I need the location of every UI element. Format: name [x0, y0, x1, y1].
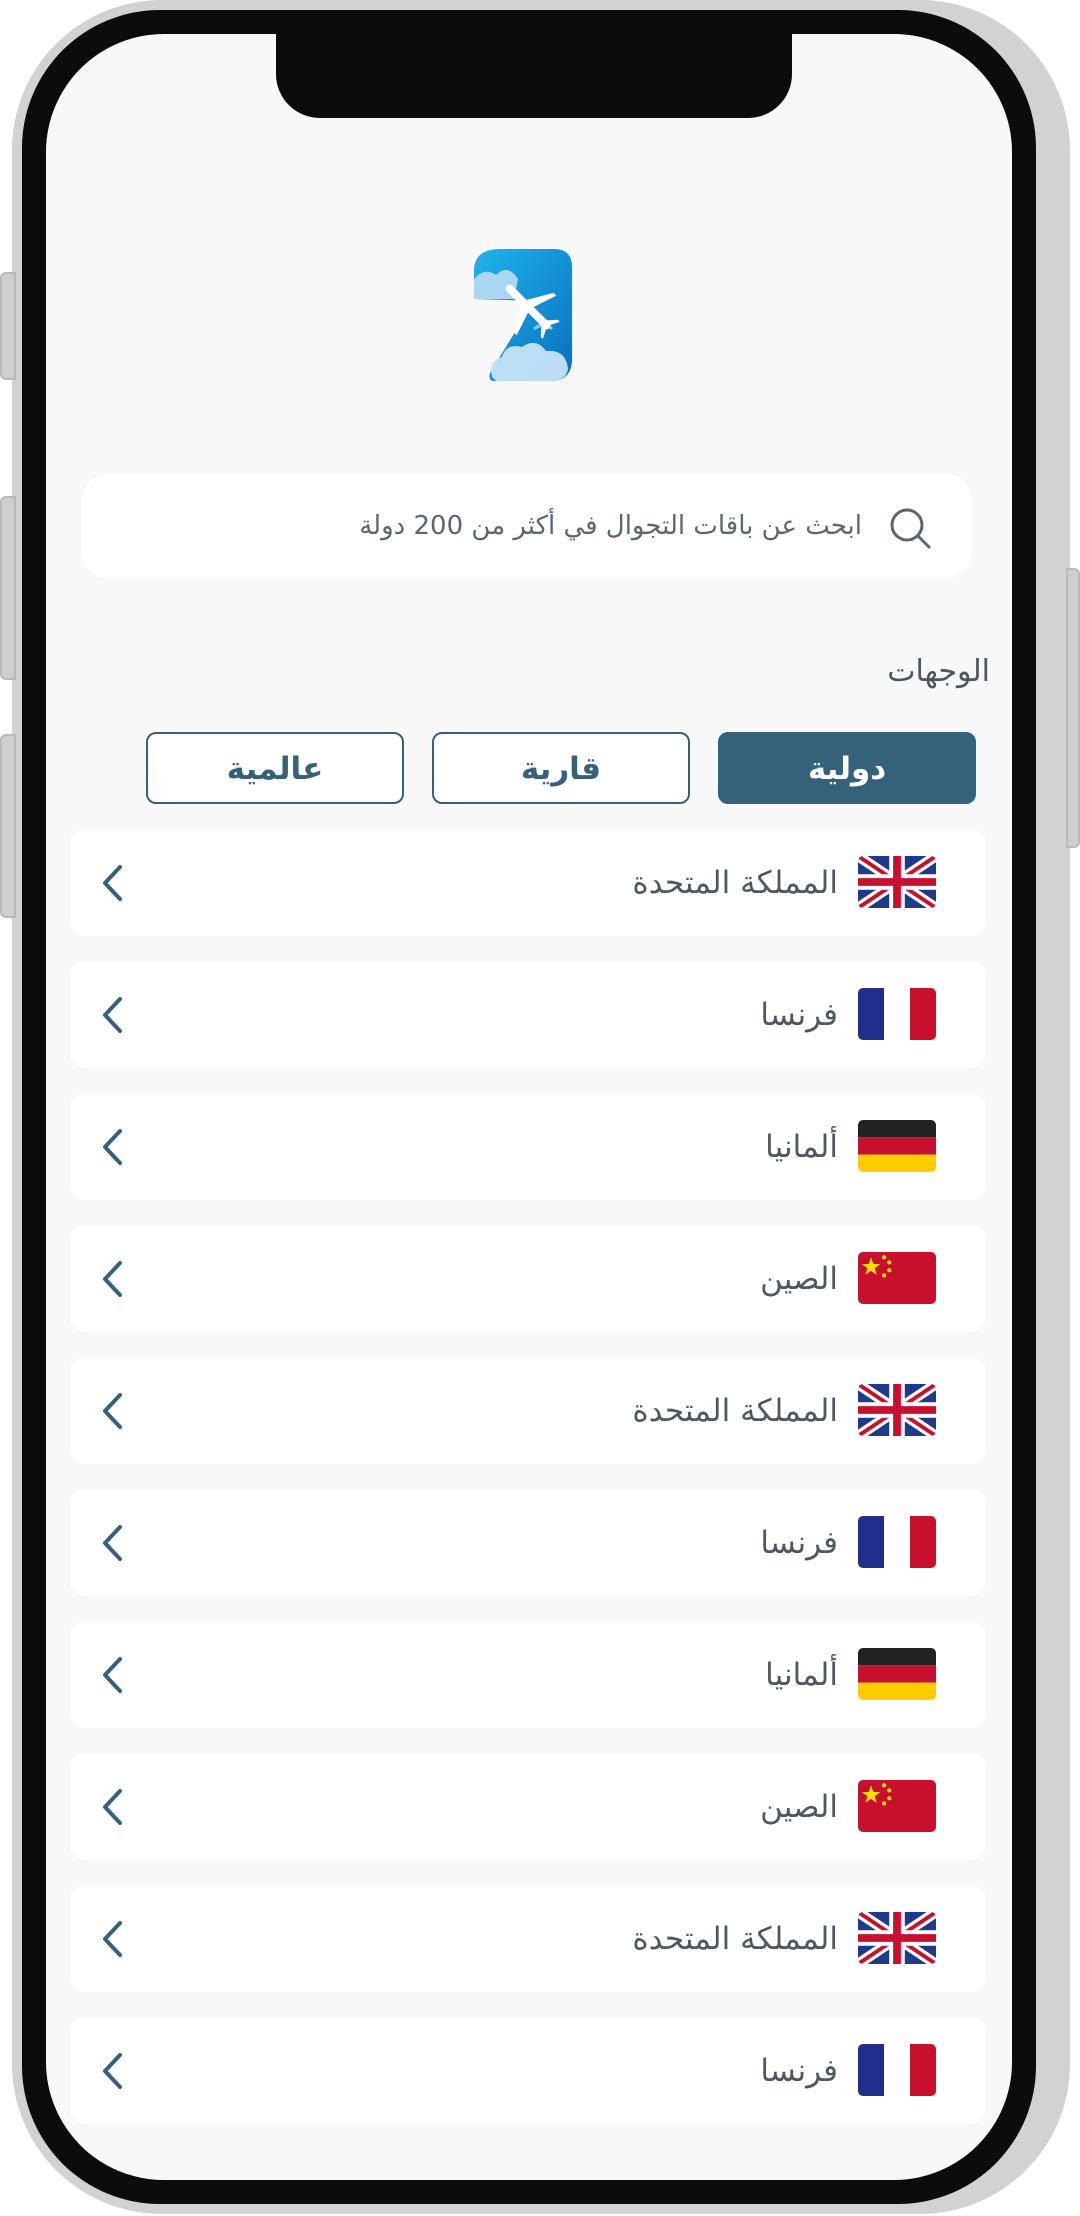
chevron-left-icon — [103, 865, 122, 901]
destination-row[interactable]: فرنسا — [70, 1490, 986, 1596]
uk-flag-icon — [858, 856, 936, 908]
app-screen: ابحث عن باقات التجوال في أكثر من 200 دول… — [46, 34, 1012, 2180]
destination-row[interactable]: ألمانيا — [70, 1622, 986, 1728]
france-flag-icon — [858, 988, 936, 1040]
destination-name: ألمانيا — [765, 1129, 838, 1165]
uk-flag-icon — [858, 1384, 936, 1436]
volume-down-button — [0, 734, 16, 918]
search-input[interactable]: ابحث عن باقات التجوال في أكثر من 200 دول… — [359, 474, 862, 578]
france-flag-icon — [858, 1516, 936, 1568]
destination-name: المملكة المتحدة — [632, 865, 838, 901]
search-icon — [890, 508, 931, 549]
chevron-left-icon — [103, 1525, 122, 1561]
destination-row[interactable]: المملكة المتحدة — [70, 1886, 986, 1992]
destination-name: المملكة المتحدة — [632, 1921, 838, 1957]
chevron-left-icon — [103, 1129, 122, 1165]
chevron-left-icon — [103, 2053, 122, 2089]
destination-name: الصين — [760, 1261, 838, 1297]
uk-flag-icon — [858, 1912, 936, 1964]
power-button — [1066, 568, 1080, 848]
phone-bezel: ابحث عن باقات التجوال في أكثر من 200 دول… — [22, 10, 1036, 2204]
france-flag-icon — [858, 2044, 936, 2096]
search-bar[interactable]: ابحث عن باقات التجوال في أكثر من 200 دول… — [82, 474, 972, 578]
destination-name: المملكة المتحدة — [632, 1393, 838, 1429]
mute-switch — [0, 272, 16, 380]
chevron-left-icon — [103, 1393, 122, 1429]
germany-flag-icon — [858, 1120, 936, 1172]
destination-row[interactable]: المملكة المتحدة — [70, 1358, 986, 1464]
destination-name: الصين — [760, 1789, 838, 1825]
destination-name: ألمانيا — [765, 1657, 838, 1693]
chevron-left-icon — [103, 1789, 122, 1825]
china-flag-icon — [858, 1780, 936, 1832]
chevron-left-icon — [103, 997, 122, 1033]
notch — [276, 34, 792, 118]
destination-name: فرنسا — [760, 997, 838, 1033]
destination-row[interactable]: الصين — [70, 1754, 986, 1860]
chevron-left-icon — [103, 1921, 122, 1957]
section-title: الوجهات — [887, 654, 990, 689]
destination-row[interactable]: فرنسا — [70, 2018, 986, 2124]
tab-international[interactable]: دولية — [718, 732, 976, 804]
destination-row[interactable]: فرنسا — [70, 962, 986, 1068]
tab-global[interactable]: عالمية — [146, 732, 404, 804]
destination-row[interactable]: الصين — [70, 1226, 986, 1332]
tab-continental[interactable]: قارية — [432, 732, 690, 804]
germany-flag-icon — [858, 1648, 936, 1700]
destination-row[interactable]: المملكة المتحدة — [70, 830, 986, 936]
chevron-left-icon — [103, 1657, 122, 1693]
china-flag-icon — [858, 1252, 936, 1304]
destination-name: فرنسا — [760, 1525, 838, 1561]
destination-name: فرنسا — [760, 2053, 838, 2089]
plane-logo-icon — [474, 249, 572, 381]
destination-row[interactable]: ألمانيا — [70, 1094, 986, 1200]
volume-up-button — [0, 496, 16, 680]
chevron-left-icon — [103, 1261, 122, 1297]
